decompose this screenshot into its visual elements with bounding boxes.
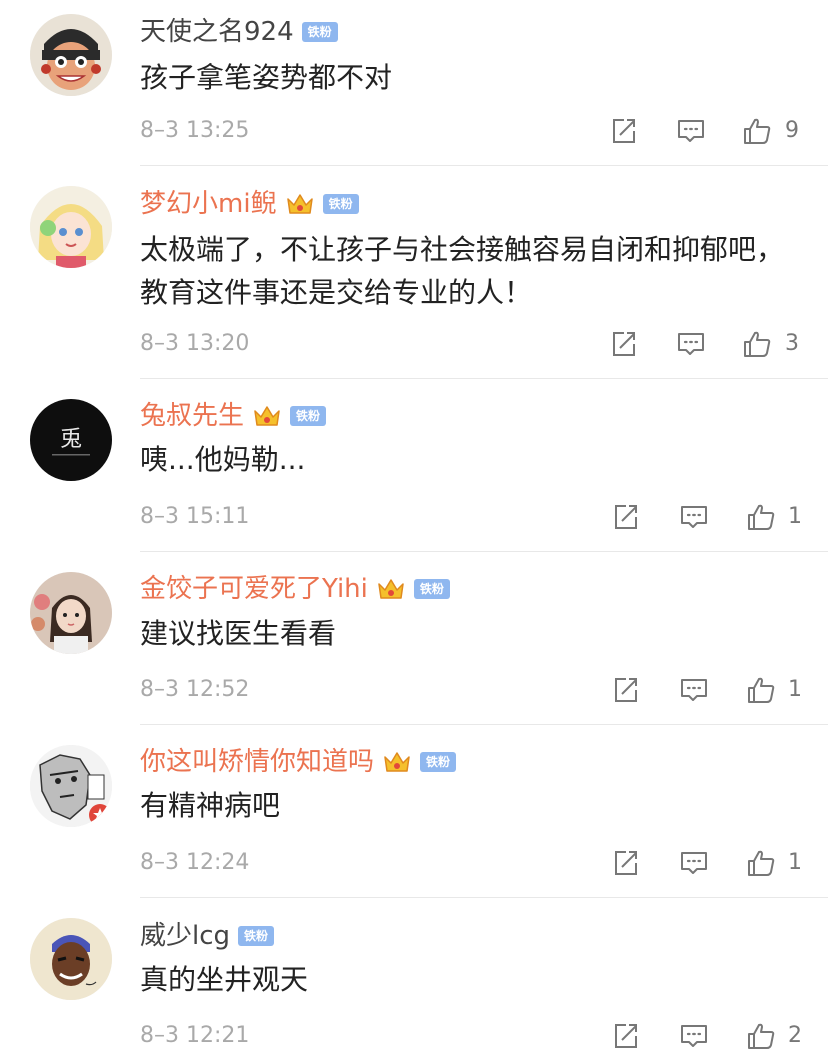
username-row: 兔叔先生 铁粉 <box>140 398 327 434</box>
divider <box>140 551 828 552</box>
avatar[interactable] <box>30 918 112 1000</box>
crown-icon <box>376 576 406 602</box>
comment-icon[interactable] <box>679 675 709 705</box>
share-icon[interactable] <box>608 116 638 146</box>
comment-meta: 8–3 12:24 1 <box>140 846 802 880</box>
avatar[interactable]: 兎 <box>30 399 112 481</box>
comment-text: 咦...他妈勒... <box>140 443 306 476</box>
like-icon[interactable] <box>742 116 772 146</box>
comment-meta: 8–3 13:25 9 <box>140 114 800 148</box>
comment-icon[interactable] <box>676 116 706 146</box>
comment-meta: 8–3 13:20 3 <box>140 327 800 361</box>
username[interactable]: 金饺子可爱死了Yihi <box>140 571 368 607</box>
comment-text: 太极端了，不让孩子与社会接触容易自闭和抑郁吧，教育这件事还是交给专业的人！ <box>140 233 785 309</box>
like-count: 1 <box>788 677 802 702</box>
crown-icon <box>285 191 315 217</box>
like-count: 2 <box>788 1023 802 1048</box>
comment-text: 有精神病吧 <box>140 789 281 822</box>
username[interactable]: 梦幻小mi鲵 <box>140 186 277 222</box>
username-row: 梦幻小mi鲵 铁粉 <box>140 186 359 222</box>
share-icon[interactable] <box>608 329 638 359</box>
svg-text:兎: 兎 <box>60 427 82 452</box>
like-count: 3 <box>785 331 799 356</box>
like-icon[interactable] <box>746 675 776 705</box>
share-icon[interactable] <box>610 1021 640 1051</box>
like-count: 9 <box>785 118 799 143</box>
comment-time: 8–3 12:24 <box>140 850 250 875</box>
like-icon[interactable] <box>746 848 776 878</box>
divider <box>140 724 828 725</box>
like-icon[interactable] <box>746 1021 776 1051</box>
username[interactable]: 兔叔先生 <box>140 398 244 434</box>
comment-time: 8–3 15:11 <box>140 504 250 529</box>
comment-meta: 8–3 15:11 1 <box>140 500 802 534</box>
divider <box>140 165 828 166</box>
avatar[interactable] <box>30 745 112 827</box>
fan-badge: 铁粉 <box>420 752 457 772</box>
comment-time: 8–3 13:25 <box>140 118 250 143</box>
like-icon[interactable] <box>742 329 772 359</box>
fan-badge: 铁粉 <box>301 22 338 42</box>
comment-meta: 8–3 12:21 2 <box>140 1019 802 1053</box>
like-count: 1 <box>788 504 802 529</box>
fan-badge: 铁粉 <box>238 926 275 946</box>
share-icon[interactable] <box>610 848 640 878</box>
like-icon[interactable] <box>746 502 776 532</box>
username-row: 你这叫矫情你知道吗 铁粉 <box>140 744 457 780</box>
share-icon[interactable] <box>610 502 640 532</box>
comment-icon[interactable] <box>676 329 706 359</box>
comment-time: 8–3 12:52 <box>140 677 250 702</box>
username-row: 天使之名924 铁粉 <box>140 14 338 50</box>
fan-badge: 铁粉 <box>413 579 450 599</box>
comment-text: 孩子拿笔姿势都不对 <box>140 61 393 94</box>
avatar[interactable] <box>30 14 112 96</box>
comment-time: 8–3 12:21 <box>140 1023 250 1048</box>
username-row: 金饺子可爱死了Yihi 铁粉 <box>140 571 450 607</box>
like-count: 1 <box>788 850 802 875</box>
avatar[interactable] <box>30 572 112 654</box>
username-row: 威少lcg 铁粉 <box>140 918 275 954</box>
comment-icon[interactable] <box>679 1021 709 1051</box>
username[interactable]: 天使之名924 <box>140 14 294 50</box>
comment-text: 真的坐井观天 <box>140 963 309 996</box>
crown-icon <box>252 403 282 429</box>
comment-time: 8–3 13:20 <box>140 331 250 356</box>
comment-icon[interactable] <box>679 502 709 532</box>
comment-icon[interactable] <box>679 848 709 878</box>
fan-badge: 铁粉 <box>322 194 359 214</box>
fan-badge: 铁粉 <box>290 406 327 426</box>
comment-meta: 8–3 12:52 1 <box>140 673 802 707</box>
avatar[interactable] <box>30 186 112 268</box>
username[interactable]: 威少lcg <box>140 918 230 954</box>
share-icon[interactable] <box>610 675 640 705</box>
comment-text: 建议找医生看看 <box>140 617 337 650</box>
username[interactable]: 你这叫矫情你知道吗 <box>140 744 374 780</box>
divider <box>140 378 828 379</box>
crown-icon <box>382 749 412 775</box>
divider <box>140 897 828 898</box>
